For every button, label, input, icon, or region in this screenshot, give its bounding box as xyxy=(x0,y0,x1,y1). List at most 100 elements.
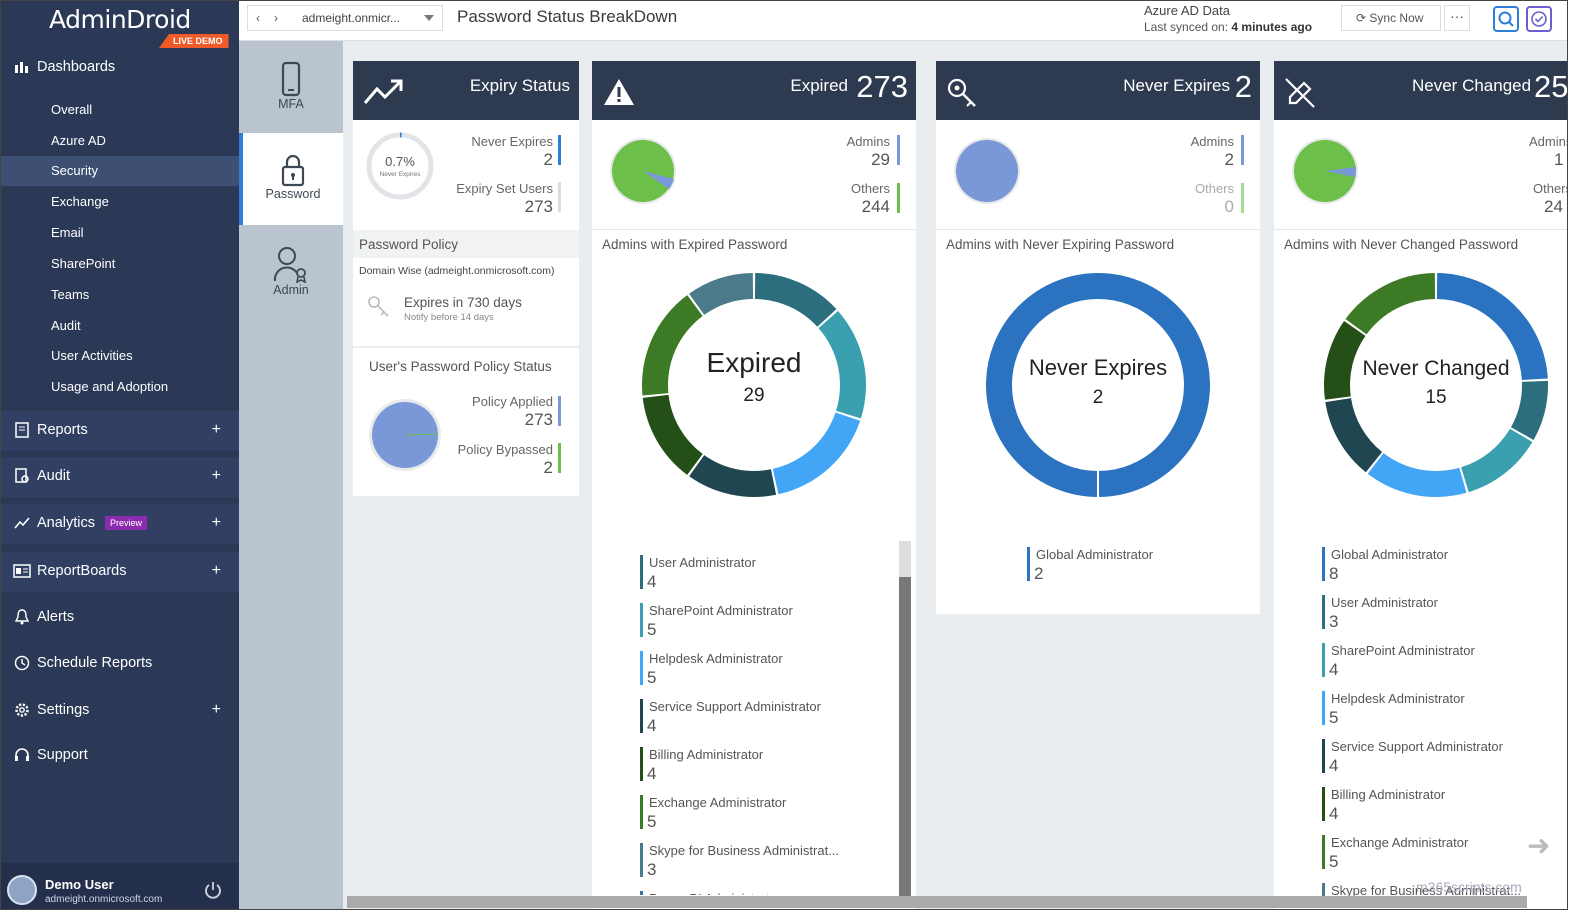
expand-reportboards-icon[interactable]: + xyxy=(212,562,221,580)
expired-legend-name: Service Support Administrator xyxy=(649,699,821,714)
legend-scrollbar[interactable] xyxy=(899,541,911,896)
never-changed-segment-3[interactable] xyxy=(1367,453,1467,498)
expired-segment-3[interactable] xyxy=(689,455,777,497)
expand-analytics-icon[interactable]: + xyxy=(212,514,221,532)
category-rail: MFA Password Admin xyxy=(239,41,343,909)
sidebar-item-exchange[interactable]: Exchange xyxy=(1,187,239,217)
sidebar-audit[interactable]: Audit + xyxy=(13,467,233,485)
expired-donut-value: 29 xyxy=(743,385,765,406)
preview-badge: Preview xyxy=(105,516,148,530)
sidebar-dashboards[interactable]: Dashboards xyxy=(13,59,233,75)
sidebar-item-azure-ad[interactable]: Azure AD xyxy=(1,126,239,156)
tab-password-label: Password xyxy=(265,187,321,201)
expired-legend-name: Billing Administrator xyxy=(649,747,764,762)
policy-applied-label: Policy Applied xyxy=(472,394,553,409)
never-changed-legend: Global Administrator 8 User Administrator 3… xyxy=(1322,547,1562,897)
tenant-selector[interactable]: ‹ › admeight.onmicr... xyxy=(247,5,443,31)
sidebar-item-email[interactable]: Email xyxy=(1,218,239,248)
never-expires-card: Never Expires 2 Admins 2 Others 0 Admins… xyxy=(936,61,1260,614)
never-changed-segment-2[interactable] xyxy=(1461,428,1533,493)
expired-legend-swatch xyxy=(640,891,643,895)
headset-icon xyxy=(13,747,31,763)
expired-segment-0[interactable] xyxy=(754,273,837,327)
policy-bypassed-bar xyxy=(558,443,561,473)
never-changed-card: Never Changed 25 Admins 1 Others 24 Admi… xyxy=(1274,61,1567,909)
never-expires-legend-item[interactable]: Global Administrator 2 xyxy=(1027,547,1267,583)
chevron-down-icon[interactable] xyxy=(424,15,434,21)
divider xyxy=(1274,229,1567,230)
expired-count: 273 xyxy=(856,69,908,104)
never-expires-others-bar xyxy=(1241,183,1244,213)
policy-applied-bar xyxy=(558,396,561,426)
sidebar-settings[interactable]: Settings + xyxy=(13,701,233,719)
user-profile[interactable]: Demo User admeight.onmicrosoft.com xyxy=(1,863,239,909)
never-changed-admins-label: Admins xyxy=(1529,134,1567,149)
expired-legend-item[interactable]: Skype for Business Administrat... 3 xyxy=(640,843,880,879)
sidebar-item-audit[interactable]: Audit xyxy=(1,311,239,341)
expired-donut-center: Expired 29 xyxy=(674,347,834,407)
sync-now-button[interactable]: ⟳ Sync Now xyxy=(1341,5,1441,31)
avatar[interactable] xyxy=(7,875,37,905)
never-changed-title: Never Changed xyxy=(1412,76,1532,95)
expand-audit-icon[interactable]: + xyxy=(212,467,221,485)
sidebar-item-usage-adoption[interactable]: Usage and Adoption xyxy=(1,372,239,402)
expired-legend-item[interactable]: User Administrator 4 xyxy=(640,555,880,591)
sidebar-item-user-activities[interactable]: User Activities xyxy=(1,341,239,371)
never-changed-section-title: Admins with Never Changed Password xyxy=(1284,237,1519,252)
password-policy-header: Password Policy xyxy=(353,230,579,258)
never-changed-donut-center: Never Changed 15 xyxy=(1346,357,1526,409)
tab-mfa[interactable]: MFA xyxy=(239,41,343,133)
tab-admin[interactable]: Admin xyxy=(239,225,343,317)
expired-legend-item[interactable]: Power BI Administrator xyxy=(640,891,880,895)
key-icon xyxy=(368,296,389,317)
verify-button[interactable] xyxy=(1526,6,1552,32)
never-changed-legend-item[interactable]: Exchange Administrator 5 xyxy=(1322,835,1562,871)
reportboards-icon xyxy=(13,563,31,579)
never-changed-legend-item[interactable]: Billing Administrator 4 xyxy=(1322,787,1562,823)
sidebar-reportboards[interactable]: ReportBoards + xyxy=(13,562,233,580)
app-logo[interactable]: AdminDroid xyxy=(49,5,191,34)
horizontal-scrollbar[interactable] xyxy=(347,896,1527,908)
never-expires-header: Never Expires 2 xyxy=(936,61,1260,120)
sidebar-reports[interactable]: Reports + xyxy=(13,421,233,439)
expired-segment-6[interactable] xyxy=(689,273,754,315)
never-changed-legend-item[interactable]: SharePoint Administrator 4 xyxy=(1322,643,1562,679)
sidebar-item-overall[interactable]: Overall xyxy=(1,95,239,125)
sidebar-alerts[interactable]: Alerts xyxy=(13,609,233,625)
never-changed-legend-item[interactable]: Service Support Administrator 4 xyxy=(1322,739,1562,775)
arrow-right-icon[interactable]: ➜ xyxy=(1527,829,1550,862)
expired-segment-2[interactable] xyxy=(772,412,861,495)
expand-settings-icon[interactable]: + xyxy=(212,701,221,719)
never-changed-legend-name: SharePoint Administrator xyxy=(1331,643,1475,658)
sidebar-schedule-reports[interactable]: Schedule Reports xyxy=(13,655,233,671)
lock-icon xyxy=(281,154,305,187)
expired-legend-item[interactable]: SharePoint Administrator 5 xyxy=(640,603,880,639)
search-button[interactable] xyxy=(1493,6,1519,32)
sidebar-support[interactable]: Support xyxy=(13,747,233,763)
never-changed-legend-item[interactable]: Global Administrator 8 xyxy=(1322,547,1562,583)
sidebar-support-label: Support xyxy=(37,747,88,763)
policy-pie xyxy=(369,399,441,471)
chevron-right-icon[interactable]: › xyxy=(274,11,278,25)
never-changed-segment-6[interactable] xyxy=(1345,273,1436,335)
power-icon[interactable] xyxy=(203,880,223,900)
never-changed-legend-name: Helpdesk Administrator xyxy=(1331,691,1465,706)
sidebar-item-security[interactable]: Security xyxy=(1,156,239,186)
expand-reports-icon[interactable]: + xyxy=(212,421,221,439)
chevron-left-icon[interactable]: ‹ xyxy=(256,11,260,25)
more-button[interactable]: ··· xyxy=(1444,5,1470,31)
sidebar-item-teams[interactable]: Teams xyxy=(1,280,239,310)
sidebar-item-sharepoint[interactable]: SharePoint xyxy=(1,249,239,279)
expired-legend-item[interactable]: Billing Administrator 4 xyxy=(640,747,880,783)
expired-legend-name: User Administrator xyxy=(649,555,756,570)
tab-password[interactable]: Password xyxy=(239,133,343,225)
expired-legend-item[interactable]: Service Support Administrator 4 xyxy=(640,699,880,735)
never-changed-legend-item[interactable]: User Administrator 3 xyxy=(1322,595,1562,631)
never-changed-segment-4[interactable] xyxy=(1325,398,1383,473)
expired-legend-item[interactable]: Exchange Administrator 5 xyxy=(640,795,880,831)
never-changed-legend-item[interactable]: Helpdesk Administrator 5 xyxy=(1322,691,1562,727)
scrollbar-thumb[interactable] xyxy=(899,541,911,577)
expired-admins-value: 29 xyxy=(871,150,890,169)
expired-legend-item[interactable]: Helpdesk Administrator 5 xyxy=(640,651,880,687)
sidebar-analytics[interactable]: Analytics Preview + xyxy=(13,514,233,532)
